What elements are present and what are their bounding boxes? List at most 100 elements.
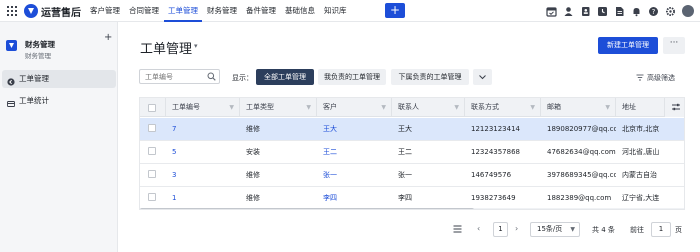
- column-header-address[interactable]: 地址: [616, 98, 664, 117]
- calendar-icon[interactable]: [546, 6, 557, 17]
- next-page-button[interactable]: ›: [515, 224, 518, 233]
- card-icon: [7, 97, 15, 107]
- row-checkbox[interactable]: [148, 170, 156, 178]
- cell-address: 内蒙古自治: [622, 171, 657, 179]
- goto-label: 前往: [630, 226, 644, 234]
- nav-item-contract[interactable]: 合同管理: [125, 0, 163, 22]
- avatar[interactable]: [682, 5, 694, 17]
- current-page-button[interactable]: 1: [493, 222, 508, 237]
- page-unit-label: 页: [675, 226, 682, 234]
- cell-type: 维修: [246, 194, 260, 202]
- nav-item-customer[interactable]: 客户管理: [86, 0, 124, 22]
- bell-icon[interactable]: [631, 6, 642, 17]
- cell-type: 维修: [246, 125, 260, 133]
- cell-address: 河北省,唐山: [622, 148, 660, 156]
- column-header-contact[interactable]: 联系人 ▼: [392, 98, 465, 117]
- sidebar-item-work-order-stats[interactable]: 工单统计: [2, 92, 116, 110]
- chevron-down-icon[interactable]: ▾: [194, 42, 198, 50]
- filter-all-button[interactable]: 全部工单管理: [256, 69, 314, 85]
- sidebar: 财务管理 财务管理 + 工单管理 工单统计: [0, 22, 118, 252]
- top-bar: 运营售后 客户管理 合同管理 工单管理 财务管理 备件管理 基础信息 知识库 +…: [0, 0, 700, 22]
- cell-email: 3978689345@qq.com: [547, 171, 616, 179]
- row-select-cell: [140, 118, 166, 140]
- cell-customer[interactable]: 王大: [317, 118, 392, 140]
- app-grid-icon[interactable]: [7, 6, 17, 16]
- show-label: 显示：: [232, 74, 253, 82]
- work-order-table: 工单编号 ▼ 工单类型 ▼ 客户 ▼ 联系人 ▼ 联系方式 ▼ 邮箱 ▼ 地址 7 维修 王大王…: [139, 97, 685, 210]
- new-work-order-button[interactable]: 新建工单管理: [598, 37, 658, 54]
- sliders-icon: [672, 103, 680, 111]
- column-header-phone[interactable]: 联系方式 ▼: [465, 98, 541, 117]
- cell-type: 维修: [246, 171, 260, 179]
- cell-customer[interactable]: 王二: [317, 141, 392, 163]
- nav-item-work-order[interactable]: 工单管理: [164, 0, 202, 22]
- settings-icon[interactable]: [665, 6, 676, 17]
- page-title[interactable]: 工单管理: [140, 38, 192, 57]
- sidebar-item-label: 工单管理: [19, 74, 49, 83]
- filter-subordinate-button[interactable]: 下属负责的工单管理: [391, 69, 469, 85]
- advanced-filter-label: 高级筛选: [647, 74, 675, 82]
- prev-page-button[interactable]: ‹: [477, 224, 480, 233]
- select-all-header: [140, 98, 166, 117]
- cell-contact: 王二: [398, 148, 412, 156]
- cell-contact: 李四: [398, 194, 412, 202]
- nav-item-spare-parts[interactable]: 备件管理: [242, 0, 280, 22]
- cell-id[interactable]: 7: [166, 118, 240, 140]
- filter-mine-button[interactable]: 我负责的工单管理: [318, 69, 386, 85]
- user-icon[interactable]: [563, 6, 574, 17]
- nav-item-knowledge-base[interactable]: 知识库: [320, 0, 351, 22]
- column-header-email[interactable]: 邮箱 ▼: [541, 98, 616, 117]
- cell-phone: 12123123414: [471, 125, 520, 133]
- table-row[interactable]: 3 维修 张一张一 146749576 3978689345@qq.com 内蒙古自治: [140, 164, 684, 187]
- row-select-cell: [140, 141, 166, 163]
- top-icon-group: ?: [540, 0, 694, 22]
- goto-page-input[interactable]: 1: [651, 222, 671, 237]
- row-checkbox[interactable]: [148, 147, 156, 155]
- app-subtitle: 财务管理: [25, 52, 51, 60]
- cell-customer[interactable]: 张一: [317, 164, 392, 186]
- nav-item-finance[interactable]: 财务管理: [203, 0, 241, 22]
- cell-contact: 张一: [398, 171, 412, 179]
- cell-email: 47682634@qq.com: [547, 148, 616, 156]
- svg-text:?: ?: [652, 8, 656, 16]
- help-icon[interactable]: ?: [648, 6, 659, 17]
- column-settings-button[interactable]: [664, 98, 684, 117]
- cell-address: 北京市,北京: [622, 125, 660, 133]
- nav-item-basic-info[interactable]: 基础信息: [281, 0, 319, 22]
- cell-id[interactable]: 3: [166, 164, 240, 186]
- phone-book-icon[interactable]: [580, 6, 591, 17]
- row-select-cell: [140, 164, 166, 186]
- menu-icon[interactable]: [453, 225, 462, 235]
- page-size-select[interactable]: 15条/页 ▼: [530, 222, 580, 237]
- horizontal-scrollbar-thumb[interactable]: [140, 208, 474, 209]
- column-header-id[interactable]: 工单编号 ▼: [166, 98, 240, 117]
- chevron-down-icon: [479, 75, 486, 80]
- cell-customer[interactable]: 李四: [317, 187, 392, 209]
- quick-add-button[interactable]: +: [385, 3, 405, 18]
- document-icon[interactable]: [614, 6, 625, 17]
- search-icon[interactable]: [207, 72, 216, 83]
- cell-id[interactable]: 5: [166, 141, 240, 163]
- clock-icon[interactable]: [597, 6, 608, 17]
- row-checkbox[interactable]: [148, 124, 156, 132]
- back-icon: [7, 75, 15, 86]
- select-all-checkbox[interactable]: [148, 104, 156, 112]
- brand-name: 运营售后: [41, 8, 81, 19]
- sidebar-item-work-order[interactable]: 工单管理: [2, 70, 116, 88]
- cell-phone: 12324357868: [471, 148, 520, 156]
- cell-id[interactable]: 1: [166, 187, 240, 209]
- column-header-type[interactable]: 工单类型 ▼: [240, 98, 317, 117]
- advanced-filter-button[interactable]: 高级筛选: [636, 73, 675, 83]
- brand-logo-icon: [24, 4, 38, 18]
- sidebar-add-button[interactable]: +: [104, 32, 112, 43]
- more-options-button[interactable]: ···: [663, 37, 685, 54]
- table-row[interactable]: 5 安装 王二 王二 12324357868 47682634@qq.com 河北省,唐山: [140, 141, 684, 164]
- cell-type: 安装: [246, 148, 260, 156]
- filter-more-button[interactable]: [473, 69, 492, 85]
- column-header-customer[interactable]: 客户 ▼: [317, 98, 392, 117]
- table-row[interactable]: 1 维修 李四 李四 1938273649 1882389@qq.com 辽宁省,大连: [140, 187, 684, 209]
- table-row[interactable]: 7 维修 王大王大 12123123414 1890820977@qq.com 北京市,北…: [140, 118, 684, 141]
- row-checkbox[interactable]: [148, 193, 156, 201]
- total-count: 共 4 条: [592, 226, 615, 234]
- cell-contact: 王大: [398, 125, 412, 133]
